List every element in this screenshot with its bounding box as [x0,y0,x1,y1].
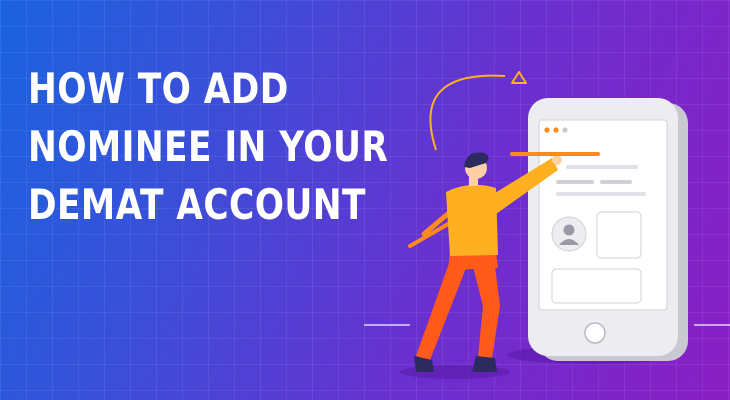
screen-text-line-4 [556,192,646,196]
screen-text-line-3 [600,180,632,184]
screen-input-box [551,268,642,304]
screen-text-line-1 [566,165,638,169]
home-button-icon [584,322,606,344]
motion-arc [429,74,506,151]
hand [552,155,562,165]
left-shoe [414,356,434,372]
screen-text-line-2 [556,180,594,184]
window-dot-3 [562,127,568,133]
screen-card [596,211,642,259]
triangle-icon [511,71,527,84]
left-leg [416,255,470,360]
phone [528,98,688,361]
banner: HOW TO ADD NOMINEE IN YOUR DEMAT ACCOUNT [0,0,730,400]
torso [446,184,498,256]
illustration [364,71,730,379]
right-leg [470,255,500,358]
window-dot-1 [544,127,550,133]
window-dot-2 [553,127,559,133]
right-shoe [472,356,497,372]
